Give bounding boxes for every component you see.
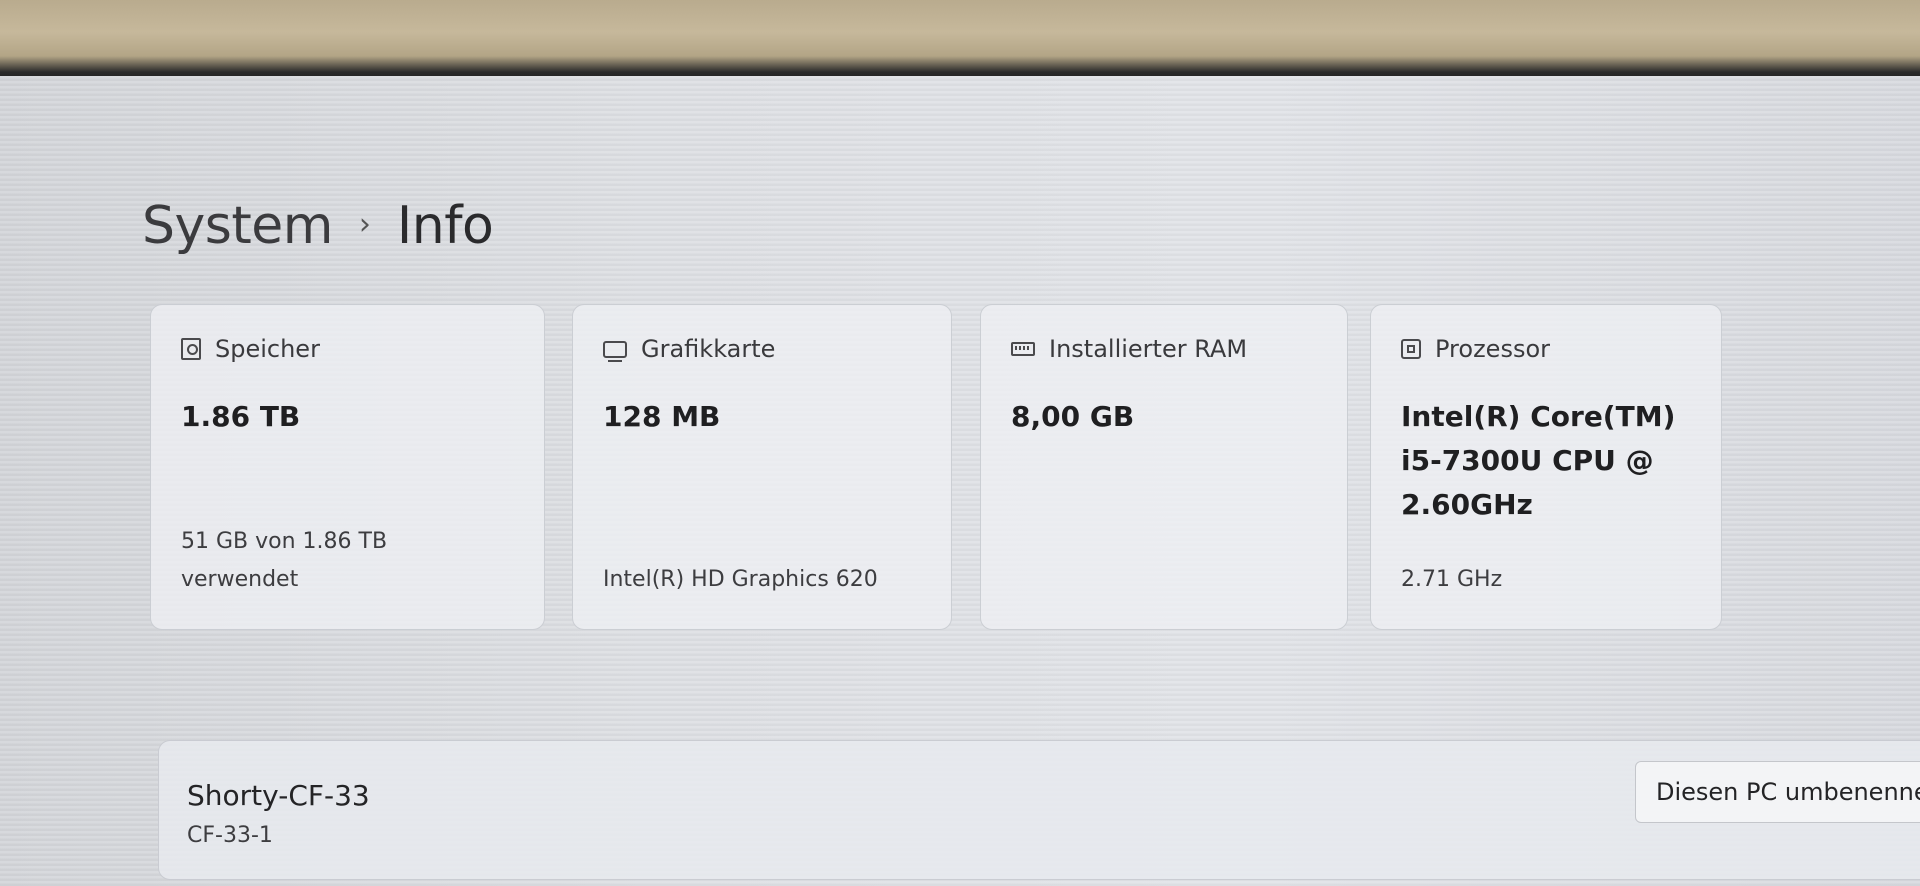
- storage-usage-line2: verwendet: [181, 567, 299, 592]
- monitor-bezel: [0, 0, 1920, 80]
- processor-value-line1: Intel(R) Core(TM): [1401, 400, 1676, 433]
- processor-value-line2: i5-7300U CPU @: [1401, 444, 1654, 477]
- breadcrumb-system[interactable]: System: [142, 196, 333, 256]
- breadcrumb-chevron-icon: ›: [358, 206, 371, 242]
- processor-value-line3: 2.60GHz: [1401, 488, 1533, 521]
- storage-usage: 51 GB von 1.86 TB verwendet: [181, 523, 387, 599]
- processor-value: Intel(R) Core(TM) i5-7300U CPU @ 2.60GHz: [1401, 395, 1691, 527]
- graphics-adapter-name: Intel(R) HD Graphics 620: [603, 567, 878, 592]
- graphics-label: Grafikkarte: [641, 335, 776, 363]
- device-model: CF-33-1: [187, 823, 273, 848]
- ram-value: 8,00 GB: [1011, 400, 1135, 433]
- storage-label: Speicher: [215, 335, 320, 363]
- storage-card-header: Speicher: [181, 335, 514, 363]
- graphics-card-header: Grafikkarte: [603, 335, 921, 363]
- ram-label: Installierter RAM: [1049, 335, 1248, 363]
- device-name: Shorty-CF-33: [187, 779, 370, 812]
- processor-label: Prozessor: [1435, 335, 1550, 363]
- settings-window: System › Info Speicher 1.86 TB 51 GB von…: [0, 76, 1920, 886]
- storage-usage-line1: 51 GB von 1.86 TB: [181, 529, 388, 554]
- ram-card: Installierter RAM 8,00 GB: [980, 304, 1348, 630]
- graphics-memory-value: 128 MB: [603, 400, 721, 433]
- device-name-panel: Shorty-CF-33 CF-33-1 Diesen PC umbenenne…: [158, 740, 1920, 880]
- ram-icon: [1011, 342, 1035, 356]
- breadcrumb: System › Info: [142, 196, 494, 256]
- rename-pc-button[interactable]: Diesen PC umbenennen: [1635, 761, 1920, 823]
- processor-speed: 2.71 GHz: [1401, 567, 1503, 592]
- processor-card: Prozessor Intel(R) Core(TM) i5-7300U CPU…: [1370, 304, 1722, 630]
- page-title: Info: [396, 196, 494, 256]
- storage-card: Speicher 1.86 TB 51 GB von 1.86 TB verwe…: [150, 304, 545, 630]
- storage-icon: [181, 338, 201, 360]
- storage-value: 1.86 TB: [181, 400, 301, 433]
- processor-card-header: Prozessor: [1401, 335, 1691, 363]
- processor-icon: [1401, 339, 1421, 359]
- graphics-card: Grafikkarte 128 MB Intel(R) HD Graphics …: [572, 304, 952, 630]
- graphics-card-icon: [603, 340, 627, 362]
- ram-card-header: Installierter RAM: [1011, 335, 1317, 363]
